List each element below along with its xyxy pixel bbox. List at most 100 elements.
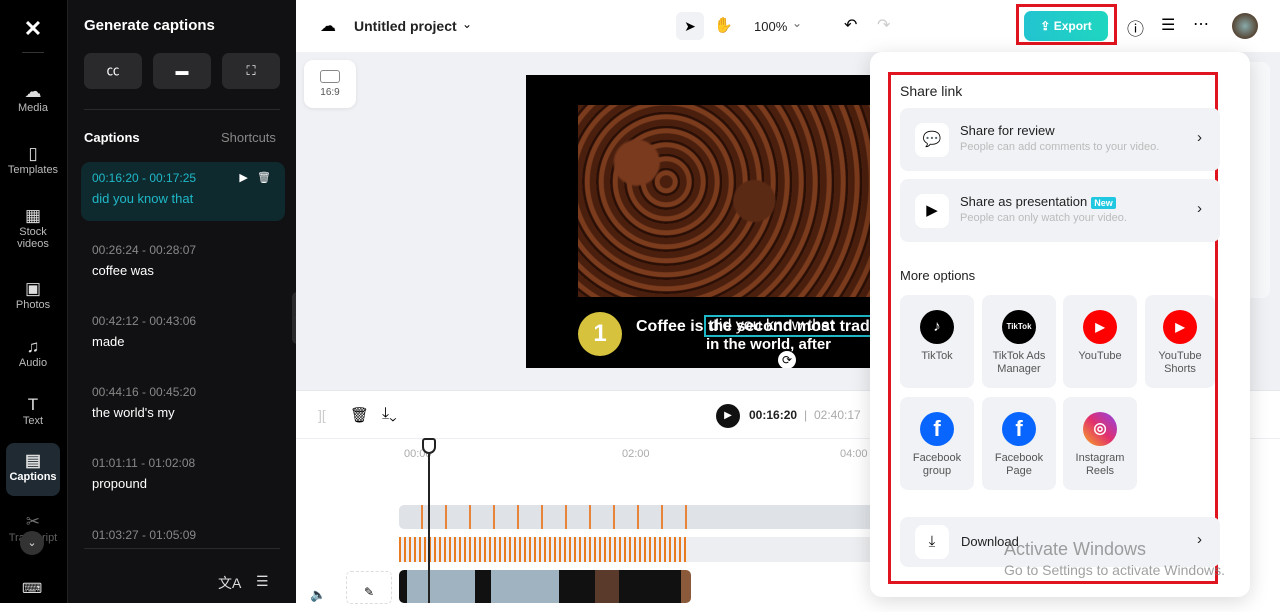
facebook-icon: f [920, 412, 954, 446]
captions-icon: ▤ [24, 451, 42, 470]
platform-youtube[interactable]: ▶ YouTube [1063, 295, 1137, 388]
templates-icon: ▯ [28, 144, 38, 163]
rotate-icon[interactable]: ⟳ [778, 351, 796, 368]
share-for-review-option[interactable]: 💬 Share for review People can add comments… [900, 108, 1220, 171]
edit-cover-button[interactable]: ✎ [346, 571, 392, 604]
play-icon[interactable]: ▶ [239, 172, 247, 184]
caption-item[interactable]: 00:26:24 - 00:28:07 coffee was [81, 234, 285, 287]
divider [84, 548, 280, 549]
split-icon[interactable]: ][ [318, 407, 326, 423]
chevron-down-icon[interactable]: ⌄ [20, 531, 44, 555]
project-name[interactable]: Untitled project [354, 18, 457, 34]
download-icon: ⤓ [915, 525, 949, 559]
time-separator: | [804, 408, 808, 422]
new-badge: New [1091, 197, 1116, 209]
film-icon: ▦ [24, 206, 42, 225]
video-preview[interactable]: 1 Coffee is the second most trad in the … [526, 75, 872, 368]
selected-caption-box[interactable]: did you know that [704, 315, 872, 337]
caption-track[interactable] [399, 505, 879, 529]
more-options-heading: More options [900, 268, 976, 283]
aspect-ratio-button[interactable]: 16:9 [304, 60, 356, 108]
total-time: 02:40:17 [814, 408, 861, 422]
platform-youtube-shorts[interactable]: ▶ YouTube Shorts [1145, 295, 1215, 388]
captions-heading: Captions [84, 130, 140, 145]
platform-tiktok-ads[interactable]: TikTok TikTok Ads Manager [982, 295, 1056, 388]
trash-icon[interactable]: 🗑 [350, 406, 369, 424]
chevron-right-icon: › [1197, 200, 1202, 217]
zoom-select[interactable]: 100% [754, 19, 787, 34]
music-icon: ♫ [26, 337, 40, 356]
platform-facebook-group[interactable]: f Facebook group [900, 397, 974, 490]
caption-item[interactable]: 00:44:16 - 00:45:20 the world's my [81, 376, 285, 429]
redo-icon[interactable]: ↷ [877, 15, 890, 35]
share-as-presentation-option[interactable]: ▶ Share as presentation New People can only… [900, 179, 1220, 242]
coffee-beans-image [578, 105, 872, 297]
play-button[interactable]: ▶ [716, 404, 740, 428]
video-track[interactable] [399, 570, 691, 603]
top-bar: ☁ Untitled project ⌄ ➤ ✋ 100% ⌄ ↶ ↷ ⇪ Ex… [296, 0, 1280, 52]
platform-tiktok[interactable]: ♪ TikTok [900, 295, 974, 388]
download-icon[interactable]: ⤓⌄ [382, 405, 397, 423]
avatar[interactable] [1232, 13, 1258, 39]
pointer-tool-icon[interactable]: ➤ [676, 12, 704, 40]
help-icon[interactable]: ⓘ [1127, 15, 1144, 40]
rail-item-photos[interactable]: ▣ Photos [6, 275, 60, 315]
search-captions-icon[interactable]: ☰ [256, 573, 269, 590]
cloud-saved-icon: ☁ [320, 18, 336, 35]
chevron-down-icon[interactable]: ⌄ [792, 16, 802, 30]
ruler-tick: 02:00 [622, 448, 650, 460]
playhead[interactable] [428, 440, 430, 603]
windows-watermark-sub: Go to Settings to activate Windows. [1004, 562, 1225, 578]
tiktok-business-icon: TikTok [1002, 310, 1036, 344]
trash-icon[interactable]: 🗑 [257, 172, 271, 184]
audio-track[interactable] [399, 537, 879, 562]
rail-item-audio[interactable]: ♫ Audio [6, 333, 60, 373]
cloud-upload-icon: ☁ [24, 82, 42, 101]
layers-icon[interactable]: ☰ [1161, 15, 1175, 35]
ruler-tick: 04:00 [840, 448, 868, 460]
cc-button[interactable]: ㏄ [84, 53, 142, 89]
subtitle-line-2: in the world, after [706, 336, 832, 353]
facebook-icon: f [1002, 412, 1036, 446]
rail-item-text[interactable]: T Text [6, 391, 60, 431]
rail-item-stock-videos[interactable]: ▦ Stock videos [6, 202, 60, 254]
hand-tool-icon[interactable]: ✋ [714, 16, 733, 34]
platform-instagram-reels[interactable]: ◎ Instagram Reels [1063, 397, 1137, 490]
number-badge: 1 [578, 312, 622, 356]
presentation-icon: ▶ [915, 194, 949, 228]
subtitle-icon: ▬ [175, 63, 189, 78]
youtube-icon: ▶ [1163, 310, 1197, 344]
shortcuts-link[interactable]: Shortcuts [221, 130, 276, 145]
platform-facebook-page[interactable]: f Facebook Page [982, 397, 1056, 490]
caption-item[interactable]: 00:16:20 - 00:17:25 did you know that ▶ 🗑 [81, 162, 285, 221]
undo-icon[interactable]: ↶ [844, 15, 857, 35]
export-button[interactable]: ⇪ Export [1024, 11, 1108, 41]
music-caption-button[interactable]: ⛶ [222, 53, 280, 89]
comment-icon: 💬 [915, 123, 949, 157]
youtube-icon: ▶ [1083, 310, 1117, 344]
translate-icon[interactable]: 文A [218, 573, 241, 593]
divider [84, 109, 280, 110]
caption-item[interactable]: 01:01:11 - 01:02:08 propound [81, 447, 285, 500]
cc-icon: ㏄ [106, 63, 120, 78]
caption-item[interactable]: 00:42:12 - 00:43:06 made [81, 305, 285, 358]
volume-icon[interactable]: 🔈 [310, 587, 326, 603]
rail-item-templates[interactable]: ▯ Templates [6, 140, 60, 180]
more-icon[interactable]: ⋯ [1193, 14, 1209, 34]
aspect-ratio-icon [320, 70, 340, 83]
caption-item[interactable]: 01:03:27 - 01:05:09 [81, 519, 285, 551]
rail-item-captions[interactable]: ▤ Captions [6, 443, 60, 496]
scan-music-icon: ⛶ [246, 63, 256, 78]
chevron-right-icon: › [1197, 129, 1202, 146]
keyboard-icon[interactable]: ⌨ [22, 580, 42, 597]
chevron-down-icon[interactable]: ⌄ [462, 17, 472, 31]
transcript-icon: ✂ [25, 512, 41, 531]
rail-item-media[interactable]: ☁ Media [6, 78, 60, 118]
playhead-handle[interactable] [422, 438, 436, 454]
subtitle-button[interactable]: ▬ [153, 53, 211, 89]
share-link-heading: Share link [900, 83, 963, 99]
left-rail: ✕ ☁ Media ▯ Templates ▦ Stock videos ▣ Photo… [0, 0, 67, 603]
windows-watermark: Activate Windows [1004, 539, 1147, 559]
chevron-right-icon: › [1197, 531, 1202, 548]
upload-icon: ⇪ [1040, 19, 1054, 33]
